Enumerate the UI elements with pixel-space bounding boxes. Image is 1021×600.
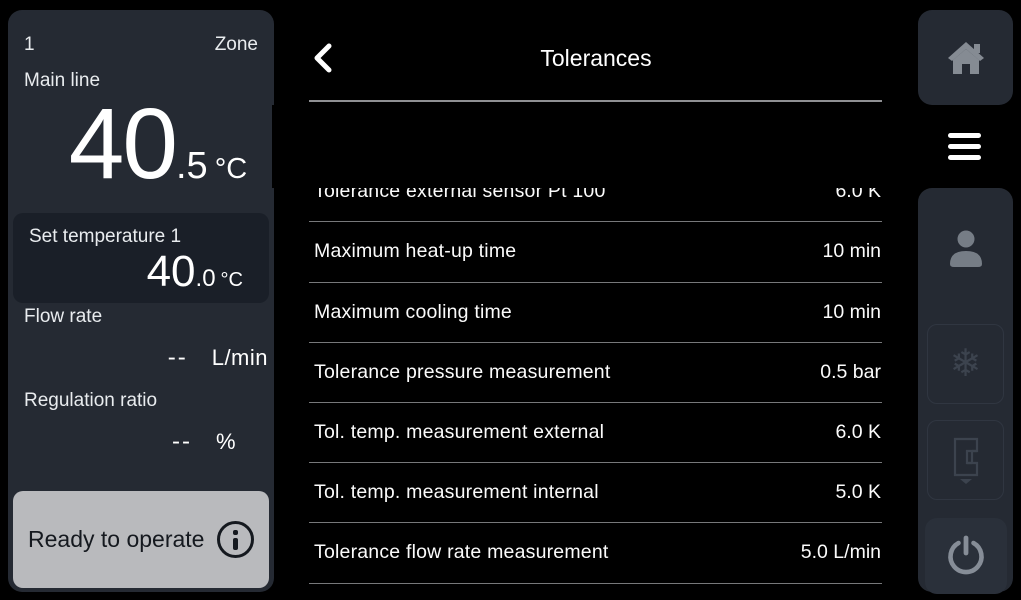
set-temperature-label: Set temperature 1 xyxy=(13,213,269,248)
main-line-label: Main line xyxy=(8,56,274,92)
zone-number: 1 xyxy=(24,34,35,56)
set-temperature-value: 40.0°C xyxy=(13,250,269,294)
sidebar: ❄ xyxy=(918,10,1013,592)
zone-header: 1 Zone xyxy=(8,10,274,56)
set-temp-unit: °C xyxy=(221,269,243,291)
page-title: Tolerances xyxy=(274,45,918,72)
tolerance-row-label: Maximum cooling time xyxy=(314,301,512,324)
mold-purge-icon xyxy=(946,435,986,485)
info-icon[interactable] xyxy=(217,521,254,558)
sidebar-lower-segment: ❄ xyxy=(918,188,1013,592)
regulation-ratio-row: -- % xyxy=(8,428,274,456)
flow-rate-value: -- xyxy=(22,344,188,372)
tolerance-row-label: Tolerance flow rate measurement xyxy=(314,541,609,564)
set-temp-dec: .0 xyxy=(196,265,216,292)
tolerance-row[interactable]: Tolerance pressure measurement 0.5 bar xyxy=(309,343,882,403)
zone-status-panel: 1 Zone Main line 40.5°C Set temperature … xyxy=(8,10,274,592)
tolerance-row-value: 6.0 K xyxy=(835,421,881,444)
cooling-button[interactable]: ❄ xyxy=(927,324,1004,404)
snowflake-icon: ❄ xyxy=(950,345,982,383)
hamburger-icon xyxy=(948,133,981,160)
actual-temp-int: 40 xyxy=(69,88,176,200)
tolerance-row-value: 5.0 L/min xyxy=(801,541,881,564)
flow-rate-unit: L/min xyxy=(212,345,268,371)
regulation-ratio-unit: % xyxy=(216,429,236,455)
tolerance-row-label: Maximum heat-up time xyxy=(314,240,516,263)
sidebar-item-user[interactable] xyxy=(918,216,1013,280)
tolerance-row[interactable]: Tol. temp. measurement external 6.0 K xyxy=(309,403,882,463)
tolerance-row-label: Tolerance pressure measurement xyxy=(314,361,610,384)
set-temp-int: 40 xyxy=(147,247,196,296)
actual-temperature-display: 40.5°C xyxy=(8,94,274,194)
tolerance-row-label: Tol. temp. measurement internal xyxy=(314,481,599,504)
tolerance-row[interactable]: Maximum heat-up time 10 min xyxy=(309,222,882,282)
user-icon xyxy=(944,228,988,268)
status-card[interactable]: Ready to operate xyxy=(13,491,269,588)
regulation-ratio-label: Regulation ratio xyxy=(8,390,274,412)
actual-temp-dec: .5 xyxy=(176,145,208,187)
tolerances-screen: Tolerances Tolerance pressure gauge 0.5 … xyxy=(274,0,918,600)
status-text: Ready to operate xyxy=(28,526,204,553)
tolerance-row[interactable]: Tol. temp. measurement internal 5.0 K xyxy=(309,463,882,523)
power-icon xyxy=(944,534,988,578)
tolerance-row[interactable]: Maximum cooling time 10 min xyxy=(309,283,882,343)
tolerance-row[interactable]: Tolerance flow rate measurement 5.0 L/mi… xyxy=(309,523,882,583)
sidebar-item-home[interactable] xyxy=(918,10,1013,105)
tolerance-row-value: 10 min xyxy=(822,301,881,324)
tolerance-row-value: 0.5 bar xyxy=(820,361,881,384)
tolerance-row-value: 10 min xyxy=(822,240,881,263)
home-icon xyxy=(946,40,986,76)
tolerance-row-value: 5.0 K xyxy=(835,481,881,504)
tolerance-row-label: Tol. temp. measurement external xyxy=(314,421,604,444)
mold-purge-button[interactable] xyxy=(927,420,1004,500)
actual-temp-unit: °C xyxy=(215,153,248,185)
zone-label: Zone xyxy=(215,34,258,56)
flow-rate-row: -- L/min xyxy=(8,344,274,372)
flow-rate-label: Flow rate xyxy=(8,306,274,328)
set-temperature-card[interactable]: Set temperature 1 40.0°C xyxy=(13,213,269,303)
regulation-ratio-value: -- xyxy=(22,428,192,456)
sidebar-item-menu-active[interactable] xyxy=(272,105,1007,188)
power-button[interactable] xyxy=(925,518,1007,594)
